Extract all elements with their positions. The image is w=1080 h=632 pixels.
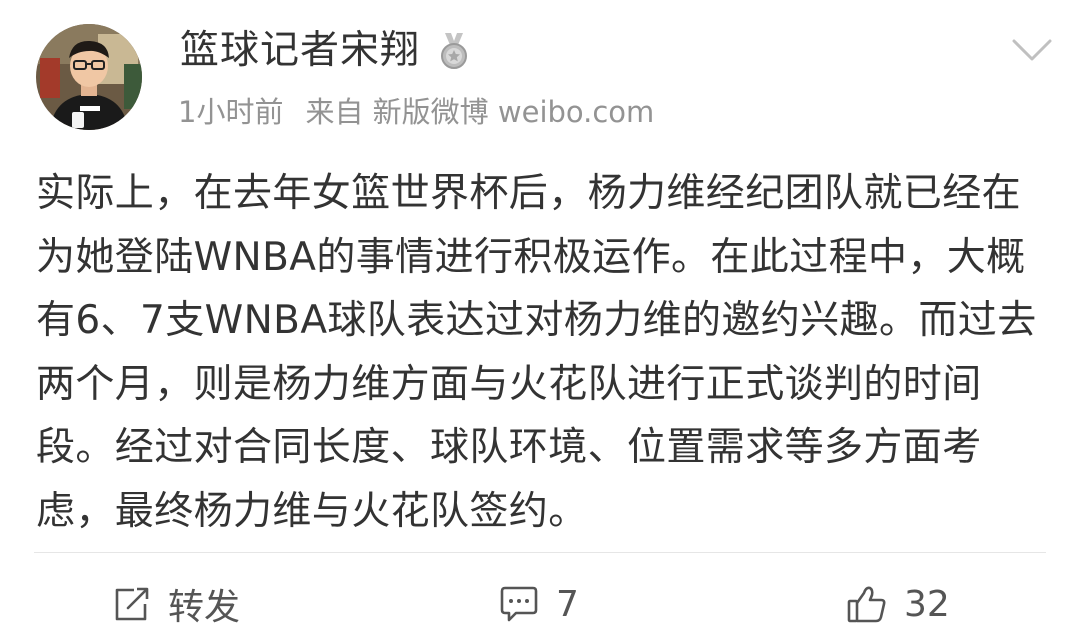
repost-label: 转发 xyxy=(168,587,241,628)
divider xyxy=(34,552,1046,553)
comment-count: 7 xyxy=(556,583,579,625)
author-name[interactable]: 篮球记者宋翔 xyxy=(180,25,420,77)
post-meta: 1小时前 来自 新版微博 weibo.com xyxy=(178,92,654,132)
like-button[interactable]: 32 xyxy=(846,576,950,632)
medal-badge-icon[interactable] xyxy=(436,31,472,71)
comment-icon xyxy=(500,586,538,622)
comment-button[interactable]: 7 xyxy=(498,576,579,632)
repost-icon xyxy=(115,587,149,621)
avatar[interactable] xyxy=(36,24,142,130)
repost-button[interactable]: 转发 xyxy=(112,576,240,632)
post-source: 来自 新版微博 weibo.com xyxy=(305,95,655,129)
chevron-down-icon[interactable] xyxy=(1008,34,1056,66)
author: 篮球记者宋翔 xyxy=(180,25,472,77)
thumbs-up-icon xyxy=(847,586,886,623)
post-time: 1小时前 xyxy=(178,95,284,129)
like-count: 32 xyxy=(904,583,950,625)
post-text: 实际上，在去年女篮世界杯后，杨力维经纪团队就已经在为她登陆WNBA的事情进行积极… xyxy=(36,171,1037,534)
